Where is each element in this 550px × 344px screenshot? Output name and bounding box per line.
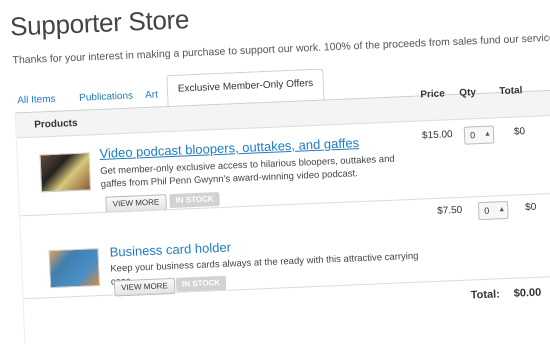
grand-total-value: $0.00 bbox=[513, 286, 542, 300]
page-title: Supporter Store bbox=[9, 4, 190, 42]
product-total: $0 bbox=[513, 126, 526, 138]
header-total: Total bbox=[499, 85, 523, 98]
quantity-select[interactable]: 0 ▲ bbox=[477, 200, 509, 221]
header-qty: Qty bbox=[459, 87, 477, 99]
header-price: Price bbox=[420, 88, 446, 101]
tab-publications[interactable]: Publications bbox=[79, 91, 133, 104]
product-name-link[interactable]: Business card holder bbox=[109, 240, 231, 260]
row-divider bbox=[20, 192, 550, 217]
product-thumbnail-card-holder bbox=[48, 248, 101, 289]
header-products: Products bbox=[34, 117, 78, 131]
product-price: $15.00 bbox=[421, 129, 453, 142]
product-total: $0 bbox=[524, 201, 537, 214]
tab-art[interactable]: Art bbox=[145, 89, 158, 101]
product-thumbnail-penguin bbox=[39, 152, 92, 193]
quantity-select[interactable]: 0 ▲ bbox=[463, 125, 495, 145]
in-stock-badge: IN STOCK bbox=[169, 191, 220, 209]
product-table: Products Price Qty Total Video podcast b… bbox=[14, 85, 550, 344]
grand-total-label: Total: bbox=[470, 288, 501, 302]
quantity-value: 0 bbox=[484, 205, 490, 216]
store-page: Supporter Store Thanks for your interest… bbox=[0, 0, 550, 344]
quantity-value: 0 bbox=[469, 130, 476, 141]
up-down-arrows-icon: ▲ bbox=[498, 206, 506, 214]
product-price: $7.50 bbox=[437, 204, 463, 217]
up-down-arrows-icon: ▲ bbox=[483, 130, 492, 138]
tab-all-items[interactable]: All Items bbox=[17, 94, 56, 107]
